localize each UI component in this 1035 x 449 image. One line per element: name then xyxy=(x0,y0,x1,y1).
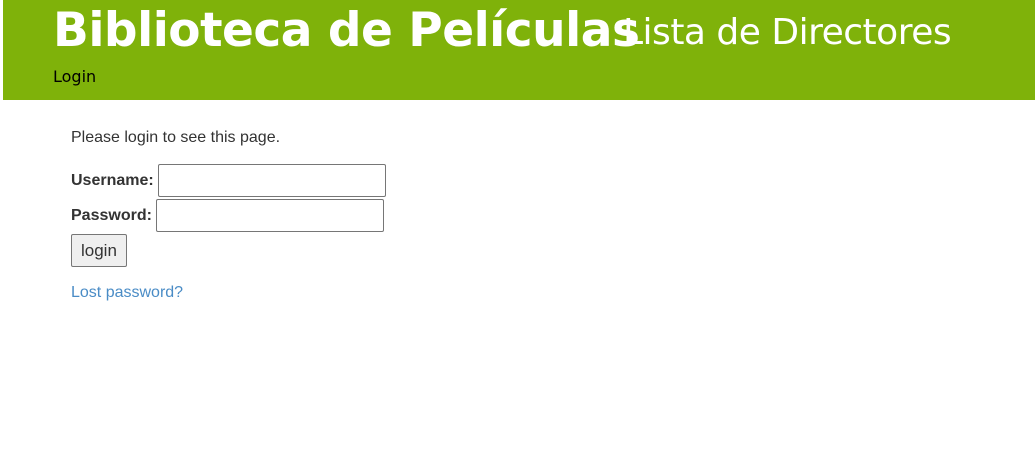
username-row: Username: xyxy=(71,164,386,197)
page-subtitle: Lista de Directores xyxy=(623,12,952,53)
site-title: Biblioteca de Películas xyxy=(53,3,640,58)
password-input[interactable] xyxy=(155,199,384,232)
login-required-message: Please login to see this page. xyxy=(71,129,281,146)
login-form: Username: Password: login xyxy=(71,164,386,267)
password-row: Password: xyxy=(71,199,386,232)
password-label: Password: xyxy=(71,206,152,224)
username-input[interactable] xyxy=(157,164,386,197)
nav-login-link[interactable]: Login xyxy=(53,66,96,88)
username-label: Username: xyxy=(71,171,154,189)
site-header: Biblioteca de Películas Lista de Directo… xyxy=(3,0,1035,100)
login-section: Please login to see this page. Username:… xyxy=(71,126,386,302)
lost-password-link[interactable]: Lost password? xyxy=(71,284,183,302)
login-button[interactable]: login xyxy=(71,234,127,267)
